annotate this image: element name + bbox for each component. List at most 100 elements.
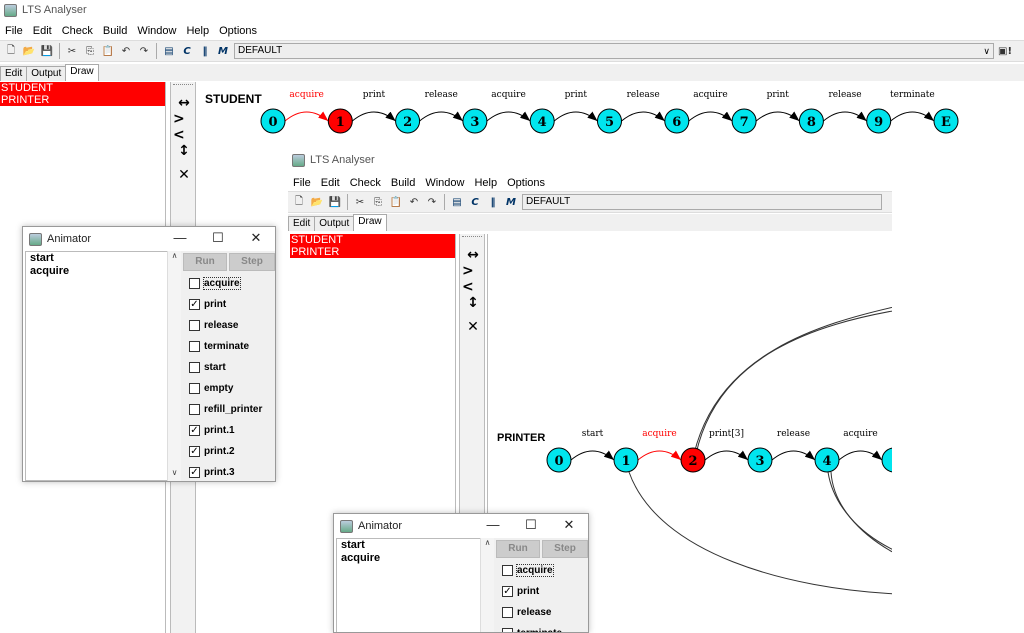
- checkbox-box[interactable]: ✓: [189, 424, 200, 436]
- action-checkbox-print[interactable]: ✓ print: [502, 583, 539, 599]
- menu-window[interactable]: Window: [132, 25, 181, 37]
- tab-output[interactable]: Output: [26, 66, 67, 81]
- action-checkbox-release[interactable]: release: [502, 604, 551, 620]
- undo-icon[interactable]: ↶: [119, 44, 133, 58]
- checkbox-box[interactable]: [189, 382, 200, 394]
- redo-icon[interactable]: ↷: [425, 195, 439, 209]
- action-checkbox-acquire[interactable]: acquire: [189, 275, 241, 291]
- shrink-horizontal-icon[interactable]: ><: [173, 111, 195, 143]
- tab-edit[interactable]: Edit: [288, 216, 316, 231]
- target-selector[interactable]: DEFAULT: [522, 194, 882, 210]
- scroll-up-icon[interactable]: ∧: [168, 251, 181, 260]
- checkbox-box[interactable]: ✓: [189, 445, 200, 457]
- process-item-printer[interactable]: PRINTER: [290, 246, 455, 258]
- save-icon[interactable]: 💾: [328, 195, 342, 209]
- paste-icon[interactable]: 📋: [101, 44, 115, 58]
- action-checkbox-empty[interactable]: empty: [189, 380, 233, 396]
- open-icon[interactable]: 📂: [310, 195, 324, 209]
- run-button[interactable]: Run: [183, 253, 227, 271]
- action-checkbox-start[interactable]: start: [189, 359, 226, 375]
- compile-icon[interactable]: C: [180, 44, 194, 58]
- action-checkbox-print-3[interactable]: ✓ print.3: [189, 464, 235, 480]
- shrink-vertical-icon[interactable]: ✕: [462, 316, 484, 338]
- action-checkbox-acquire[interactable]: acquire: [502, 562, 554, 578]
- minimize-icon[interactable]: —: [161, 227, 199, 251]
- shrink-vertical-icon[interactable]: ✕: [173, 164, 195, 186]
- close-icon[interactable]: ✕: [237, 227, 275, 251]
- parallel-icon[interactable]: ‖: [198, 44, 212, 58]
- compile-icon[interactable]: C: [468, 195, 482, 209]
- checkbox-box[interactable]: [502, 606, 513, 618]
- action-checkbox-print[interactable]: ✓ print: [189, 296, 226, 312]
- menu-edit[interactable]: Edit: [28, 25, 57, 37]
- safety-check-icon[interactable]: ▣!: [998, 44, 1012, 58]
- menu-file[interactable]: File: [0, 25, 28, 37]
- process-item-student[interactable]: STUDENT: [290, 234, 455, 246]
- stretch-vertical-icon[interactable]: ↕: [462, 292, 484, 314]
- menu-check[interactable]: Check: [57, 25, 98, 37]
- checkbox-box[interactable]: ✓: [502, 585, 513, 597]
- menu-options[interactable]: Options: [214, 25, 262, 37]
- scroll-down-icon[interactable]: ∨: [168, 468, 181, 477]
- checkbox-box[interactable]: [502, 627, 513, 632]
- menu-help[interactable]: Help: [469, 177, 502, 189]
- menu-file[interactable]: File: [288, 177, 316, 189]
- minimise-icon[interactable]: M: [504, 195, 518, 209]
- trace-scrollbar[interactable]: ∧ ∨: [167, 251, 181, 481]
- undo-icon[interactable]: ↶: [407, 195, 421, 209]
- action-checkbox-print-2[interactable]: ✓ print.2: [189, 443, 235, 459]
- action-checkbox-print-1[interactable]: ✓ print.1: [189, 422, 235, 438]
- close-icon[interactable]: ✕: [550, 514, 588, 538]
- tab-draw[interactable]: Draw: [65, 64, 99, 81]
- cut-icon[interactable]: ✂: [65, 44, 79, 58]
- menu-edit[interactable]: Edit: [316, 177, 345, 189]
- target-selector[interactable]: DEFAULT ∨: [234, 43, 994, 59]
- tab-edit[interactable]: Edit: [0, 66, 28, 81]
- checkbox-box[interactable]: ✓: [189, 466, 200, 478]
- shrink-horizontal-icon[interactable]: ><: [462, 263, 484, 295]
- tab-output[interactable]: Output: [314, 216, 355, 231]
- new-icon[interactable]: 🗋: [4, 44, 18, 58]
- maximize-icon[interactable]: ☐: [199, 227, 237, 251]
- menu-window[interactable]: Window: [420, 177, 469, 189]
- action-checkbox-terminate[interactable]: terminate: [189, 338, 249, 354]
- process-item-printer[interactable]: PRINTER: [0, 94, 165, 106]
- maximize-icon[interactable]: ☐: [512, 514, 550, 538]
- menu-help[interactable]: Help: [181, 25, 214, 37]
- alphabet-icon[interactable]: ▤: [162, 44, 176, 58]
- menu-options[interactable]: Options: [502, 177, 550, 189]
- menu-build[interactable]: Build: [98, 25, 132, 37]
- minimise-icon[interactable]: M: [216, 44, 230, 58]
- copy-icon[interactable]: ⎘: [371, 195, 385, 209]
- trace-scrollbar[interactable]: ∧: [480, 538, 494, 632]
- menu-check[interactable]: Check: [345, 177, 386, 189]
- step-button[interactable]: Step: [542, 540, 588, 558]
- save-icon[interactable]: 💾: [40, 44, 54, 58]
- redo-icon[interactable]: ↷: [137, 44, 151, 58]
- action-checkbox-release[interactable]: release: [189, 317, 238, 333]
- minimize-icon[interactable]: —: [474, 514, 512, 538]
- stretch-vertical-icon[interactable]: ↕: [173, 140, 195, 162]
- checkbox-box[interactable]: [502, 564, 513, 576]
- checkbox-box[interactable]: [189, 361, 200, 373]
- tab-draw[interactable]: Draw: [353, 214, 387, 231]
- open-icon[interactable]: 📂: [22, 44, 36, 58]
- new-icon[interactable]: 🗋: [292, 195, 306, 209]
- menu-build[interactable]: Build: [386, 177, 420, 189]
- step-button[interactable]: Step: [229, 253, 275, 271]
- process-item-student[interactable]: STUDENT: [0, 82, 165, 94]
- checkbox-box[interactable]: [189, 319, 200, 331]
- checkbox-box[interactable]: [189, 403, 200, 415]
- copy-icon[interactable]: ⎘: [83, 44, 97, 58]
- printer-state-node[interactable]: [881, 447, 892, 473]
- run-button[interactable]: Run: [496, 540, 540, 558]
- paste-icon[interactable]: 📋: [389, 195, 403, 209]
- alphabet-icon[interactable]: ▤: [450, 195, 464, 209]
- action-checkbox-refill-printer[interactable]: refill_printer: [189, 401, 262, 417]
- checkbox-box[interactable]: ✓: [189, 298, 200, 310]
- scroll-up-icon[interactable]: ∧: [481, 538, 494, 547]
- checkbox-box[interactable]: [189, 277, 200, 289]
- cut-icon[interactable]: ✂: [353, 195, 367, 209]
- checkbox-box[interactable]: [189, 340, 200, 352]
- parallel-icon[interactable]: ‖: [486, 195, 500, 209]
